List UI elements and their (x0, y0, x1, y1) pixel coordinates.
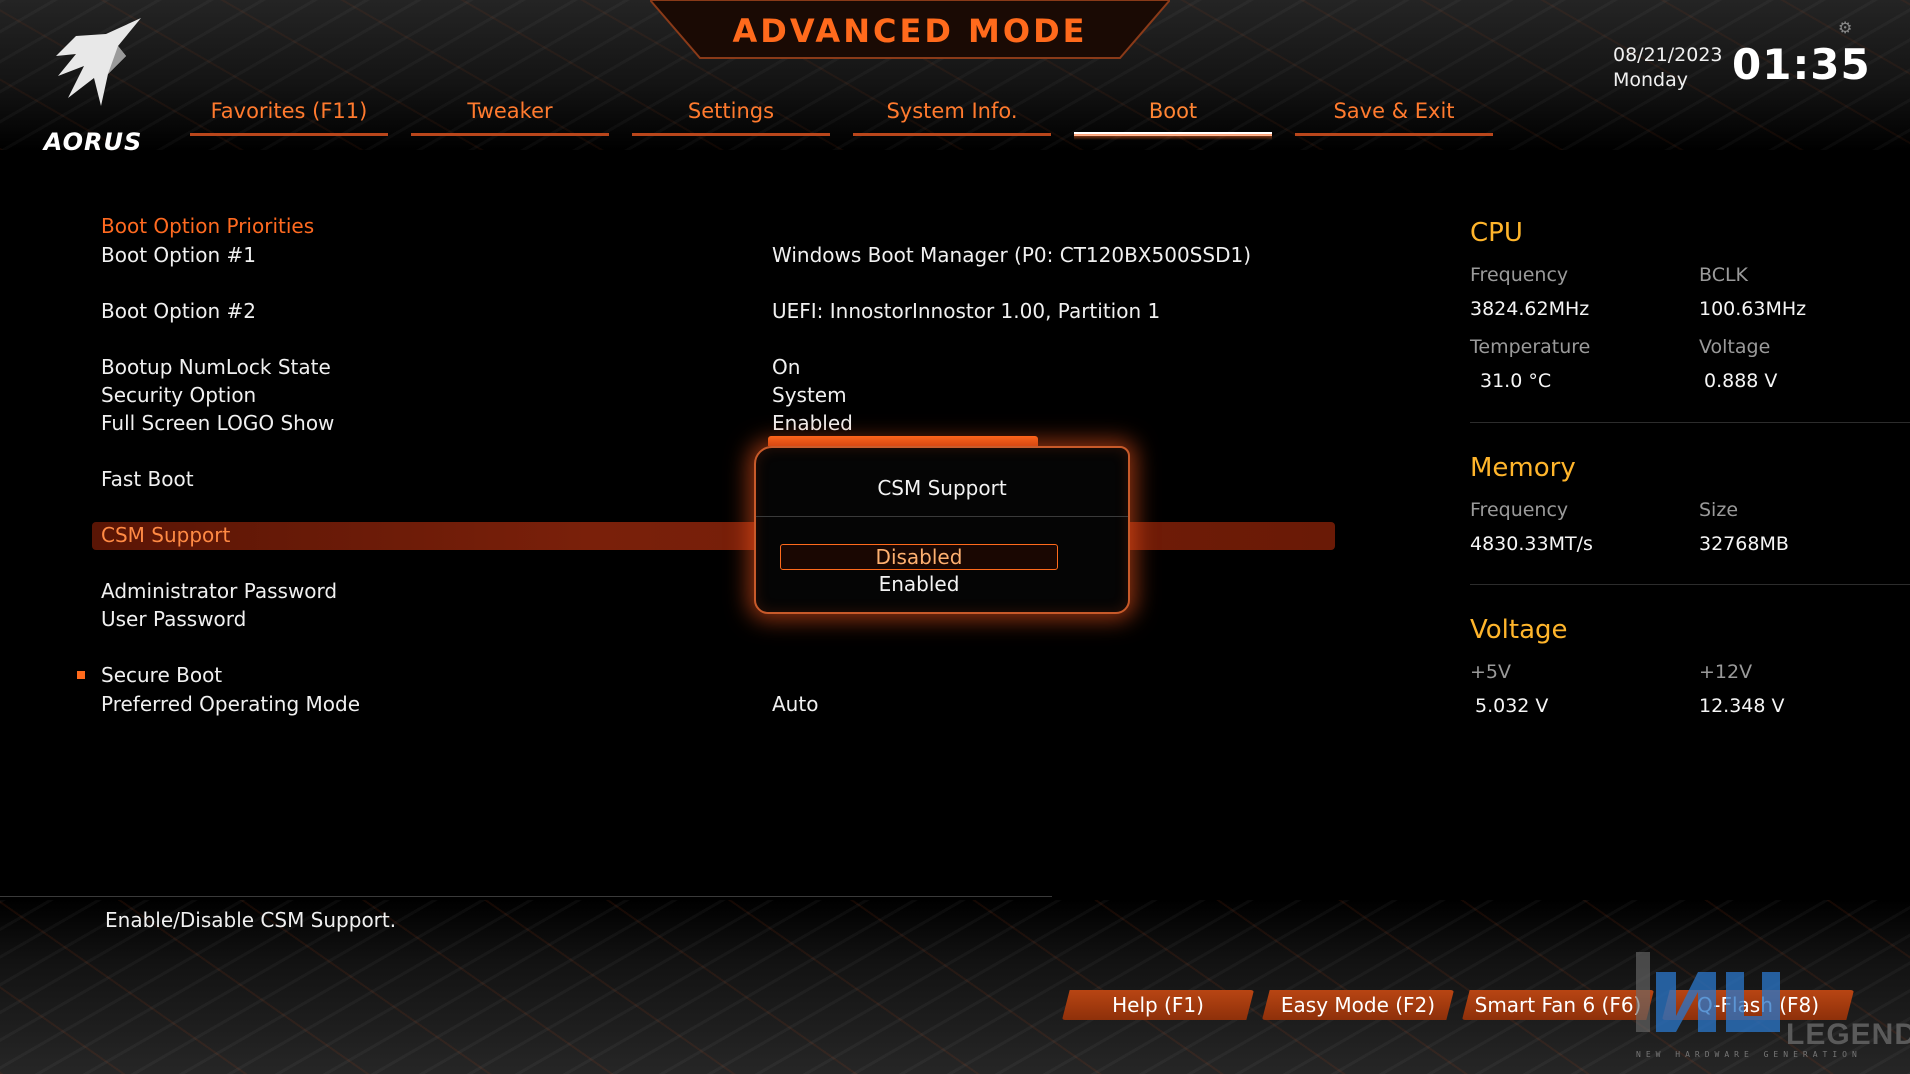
help-divider (0, 896, 1052, 897)
menu-item-boot-option-2[interactable]: Boot Option #2 (101, 299, 256, 323)
panel-divider-cpu (1470, 422, 1910, 423)
page-title: ADVANCED MODE (732, 12, 1088, 50)
menu-item-numlock-state[interactable]: Bootup NumLock State (101, 355, 331, 379)
cpu-voltage-label: Voltage (1699, 336, 1771, 358)
popup-title: CSM Support (877, 476, 1007, 500)
tab-tweaker[interactable]: Tweaker (411, 96, 609, 136)
menu-item-security-option[interactable]: Security Option (101, 383, 256, 407)
eagle-logo-icon (56, 18, 141, 106)
menu-item-boot-option-1[interactable]: Boot Option #1 (101, 243, 256, 267)
gear-icon[interactable]: ⚙ (1838, 18, 1856, 37)
preferred-os-mode-value[interactable]: Auto (772, 692, 818, 716)
easy-mode-button[interactable]: Easy Mode (F2) (1262, 990, 1454, 1020)
selected-row-highlight (92, 522, 1335, 550)
voltage-12v-label: +12V (1699, 661, 1753, 683)
aorus-logo: AORUS (28, 16, 158, 156)
menu-item-full-screen-logo[interactable]: Full Screen LOGO Show (101, 411, 334, 435)
cpu-temperature-label: Temperature (1470, 336, 1591, 358)
memory-frequency-value: 4830.33MT/s (1470, 533, 1593, 555)
memory-frequency-label: Frequency (1470, 499, 1569, 521)
voltage-12v-value: 12.348 V (1699, 695, 1785, 717)
menu-item-csm-support[interactable]: CSM Support (101, 523, 230, 547)
tab-boot[interactable]: Boot (1074, 96, 1272, 140)
menu-item-fast-boot[interactable]: Fast Boot (101, 467, 194, 491)
cpu-bclk-label: BCLK (1699, 264, 1749, 286)
memory-section-title: Memory (1470, 453, 1576, 483)
memory-size-label: Size (1699, 499, 1739, 521)
tab-system-info[interactable]: System Info. (853, 96, 1051, 136)
watermark-text: LEGEND (1786, 1018, 1910, 1051)
popup-option-disabled[interactable]: Disabled (780, 544, 1058, 570)
memory-size-value: 32768MB (1699, 533, 1789, 555)
tab-settings[interactable]: Settings (632, 96, 830, 136)
voltage-5v-value: 5.032 V (1475, 695, 1549, 717)
boot-option-2-value[interactable]: UEFI: InnostorInnostor 1.00, Partition 1 (772, 299, 1160, 323)
cpu-voltage-value: 0.888 V (1704, 370, 1778, 392)
time-display: 01:35 (1732, 40, 1871, 89)
help-button[interactable]: Help (F1) (1062, 990, 1254, 1020)
security-option-value[interactable]: System (772, 383, 847, 407)
submenu-bullet-icon (77, 671, 85, 679)
voltage-section-title: Voltage (1470, 615, 1568, 645)
voltage-5v-label: +5V (1470, 661, 1512, 683)
help-description: Enable/Disable CSM Support. (105, 908, 397, 932)
numlock-state-value[interactable]: On (772, 355, 800, 379)
tab-favorites[interactable]: Favorites (F11) (190, 96, 388, 136)
popup-divider (756, 516, 1128, 517)
menu-item-user-password[interactable]: User Password (101, 607, 246, 631)
menu-item-administrator-password[interactable]: Administrator Password (101, 579, 337, 603)
cpu-section-title: CPU (1470, 218, 1523, 248)
date-text: 08/21/2023 (1613, 44, 1723, 66)
watermark-subtitle: NEW HARDWARE GENERATION (1636, 1050, 1862, 1059)
cpu-temperature-value: 31.0 °C (1480, 370, 1552, 392)
date-display: 08/21/2023 Monday (1613, 43, 1723, 93)
brand-name: AORUS (43, 128, 143, 156)
cpu-bclk-value: 100.63MHz (1699, 298, 1807, 320)
menu-item-preferred-os-mode[interactable]: Preferred Operating Mode (101, 692, 360, 716)
popup-option-enabled[interactable]: Enabled (780, 572, 1058, 598)
boot-option-priorities-header: Boot Option Priorities (101, 214, 315, 238)
cpu-frequency-label: Frequency (1470, 264, 1569, 286)
full-screen-logo-value[interactable]: Enabled (772, 411, 853, 435)
cpu-frequency-value: 3824.62MHz (1470, 298, 1590, 320)
tab-save-exit[interactable]: Save & Exit (1295, 96, 1493, 136)
popup-accent-cap (768, 436, 1038, 446)
panel-divider-memory (1470, 584, 1910, 585)
boot-option-1-value[interactable]: Windows Boot Manager (P0: CT120BX500SSD1… (772, 243, 1251, 267)
day-text: Monday (1613, 69, 1689, 91)
menu-item-secure-boot[interactable]: Secure Boot (101, 663, 222, 687)
smart-fan-button[interactable]: Smart Fan 6 (F6) (1462, 990, 1654, 1020)
